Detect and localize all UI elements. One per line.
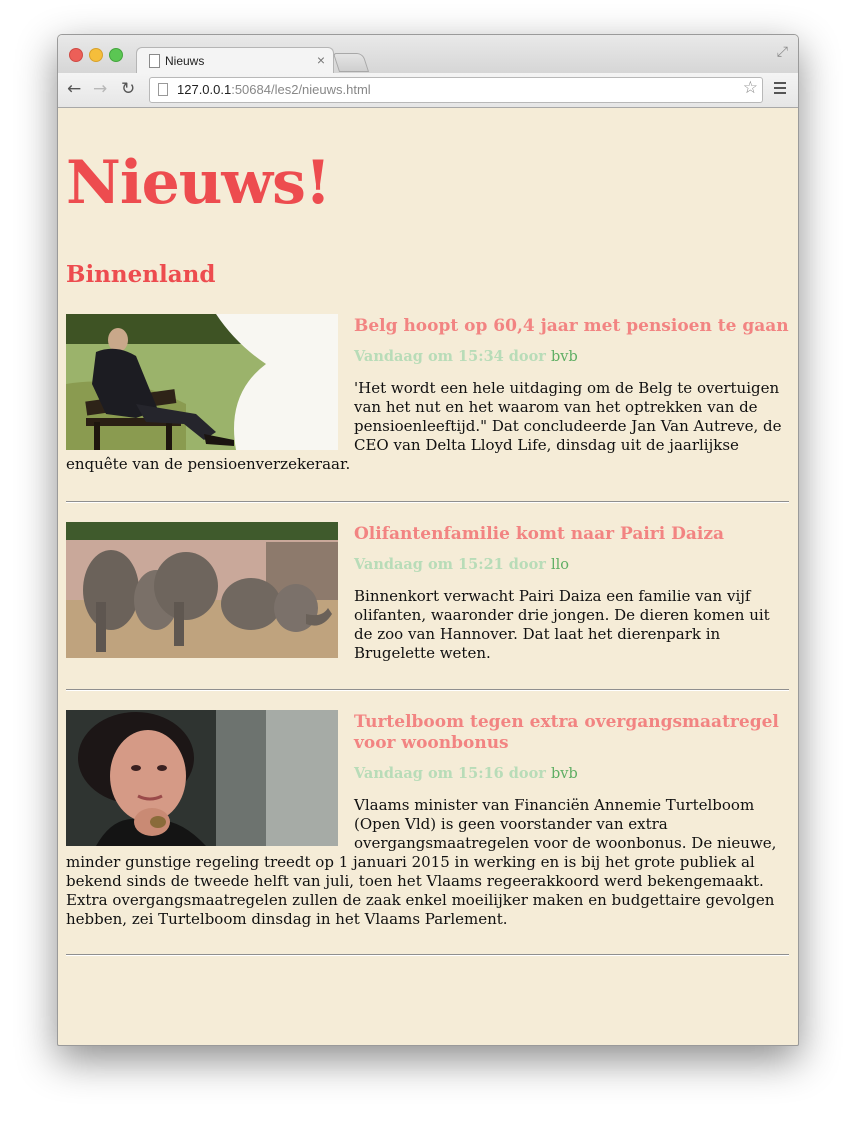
page-icon [158, 83, 168, 96]
browser-toolbar: ← → ↻ 127.0.0.1:50684/les2/nieuws.html ☆ [58, 73, 798, 108]
address-bar[interactable]: 127.0.0.1:50684/les2/nieuws.html ☆ [149, 77, 763, 103]
article-pensioen: Belg hoopt op 60,4 jaar met pensioen te … [66, 314, 789, 474]
tab-nieuws[interactable]: Nieuws × [136, 47, 334, 74]
tab-title: Nieuws [165, 54, 205, 68]
url-text[interactable]: 127.0.0.1:50684/les2/nieuws.html [177, 82, 371, 97]
article-author-link[interactable]: llo [551, 557, 569, 573]
article-author-link[interactable]: bvb [551, 349, 578, 365]
minimize-window-button[interactable] [89, 48, 103, 62]
menu-icon[interactable] [774, 82, 786, 94]
article-date: Vandaag om 15:34 door [354, 348, 546, 365]
page-content: Nieuws! Binnenland Belg hoopt op 60,4 ja… [58, 108, 798, 1045]
browser-window: Nieuws × ⤢ ← → ↻ 127.0.0.1:50684/les2/ni… [57, 34, 799, 1046]
article-divider [66, 954, 789, 956]
article-date: Vandaag om 15:16 door [354, 765, 546, 782]
article-author-link[interactable]: bvb [551, 766, 578, 782]
photo-man-on-bench [66, 314, 338, 450]
url-host: 127.0.0.1 [177, 82, 232, 97]
tab-strip: Nieuws × ⤢ [58, 35, 798, 74]
article-divider [66, 501, 789, 503]
article-turtelboom: Turtelboom tegen extra overgangsmaatrege… [66, 710, 789, 929]
bookmark-star-icon[interactable]: ☆ [743, 78, 758, 98]
article-olifanten: Olifantenfamilie komt naar Pairi Daiza V… [66, 522, 789, 663]
tab-close-icon[interactable]: × [317, 52, 325, 68]
fullscreen-icon[interactable]: ⤢ [777, 44, 788, 60]
page-title: Nieuws! [66, 148, 331, 218]
section-heading: Binnenland [66, 261, 216, 288]
photo-annemie-turtelboom [66, 710, 338, 846]
url-path: :50684/les2/nieuws.html [231, 82, 371, 97]
forward-arrow-icon[interactable]: → [93, 79, 107, 99]
photo-elephants [66, 522, 338, 658]
article-date: Vandaag om 15:21 door [354, 556, 546, 573]
reload-icon[interactable]: ↻ [121, 79, 135, 99]
article-divider [66, 689, 789, 691]
page-icon [149, 54, 160, 68]
back-arrow-icon[interactable]: ← [67, 79, 81, 99]
zoom-window-button[interactable] [109, 48, 123, 62]
new-tab-button[interactable] [332, 53, 370, 72]
close-window-button[interactable] [69, 48, 83, 62]
